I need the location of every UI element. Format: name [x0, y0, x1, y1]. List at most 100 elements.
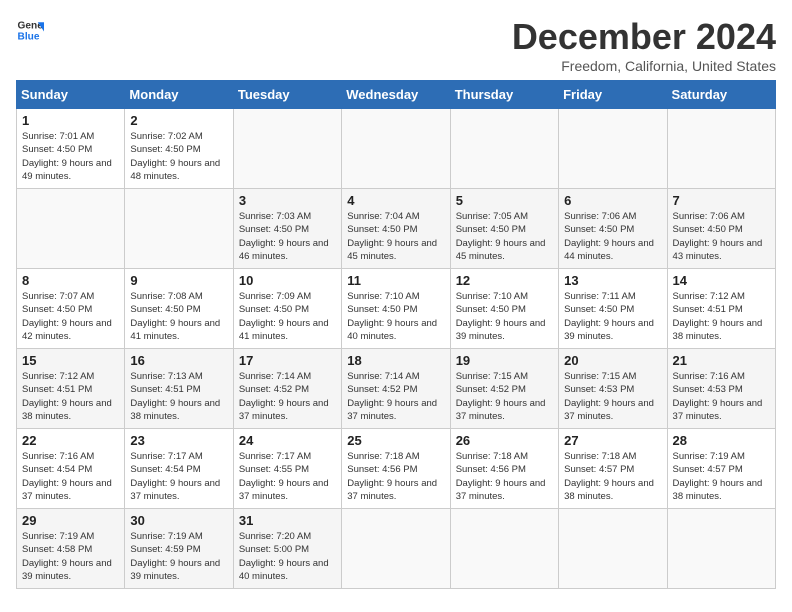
day-info: Sunrise: 7:14 AMSunset: 4:52 PMDaylight:…: [347, 370, 444, 423]
day-info: Sunrise: 7:16 AMSunset: 4:54 PMDaylight:…: [22, 450, 119, 503]
day-number: 10: [239, 273, 336, 288]
day-info: Sunrise: 7:07 AMSunset: 4:50 PMDaylight:…: [22, 290, 119, 343]
calendar-cell: 24 Sunrise: 7:17 AMSunset: 4:55 PMDayligh…: [233, 429, 341, 509]
day-info: Sunrise: 7:11 AMSunset: 4:50 PMDaylight:…: [564, 290, 661, 343]
calendar-cell: 20Sunrise: 7:15 AMSunset: 4:53 PMDayligh…: [559, 349, 667, 429]
col-header-friday: Friday: [559, 81, 667, 109]
calendar-cell: 14 Sunrise: 7:12 AMSunset: 4:51 PMDayligh…: [667, 269, 775, 349]
day-number: 5: [456, 193, 553, 208]
day-number: 19: [456, 353, 553, 368]
calendar-cell: 17 Sunrise: 7:14 AMSunset: 4:52 PMDayligh…: [233, 349, 341, 429]
day-number: 7: [673, 193, 770, 208]
calendar-week-row: 1Sunrise: 7:01 AMSunset: 4:50 PMDaylight…: [17, 109, 776, 189]
title-block: December 2024 Freedom, California, Unite…: [512, 16, 776, 74]
calendar-week-row: 22 Sunrise: 7:16 AMSunset: 4:54 PMDayligh…: [17, 429, 776, 509]
calendar-cell: 3 Sunrise: 7:03 AMSunset: 4:50 PMDaylight…: [233, 189, 341, 269]
day-number: 3: [239, 193, 336, 208]
day-number: 17: [239, 353, 336, 368]
day-number: 11: [347, 273, 444, 288]
calendar-cell: 12Sunrise: 7:10 AMSunset: 4:50 PMDayligh…: [450, 269, 558, 349]
day-info: Sunrise: 7:17 AMSunset: 4:55 PMDaylight:…: [239, 450, 336, 503]
calendar-cell: 26 Sunrise: 7:18 AMSunset: 4:56 PMDayligh…: [450, 429, 558, 509]
day-info: Sunrise: 7:18 AMSunset: 4:56 PMDaylight:…: [456, 450, 553, 503]
svg-text:General: General: [18, 20, 44, 31]
calendar-cell: 13 Sunrise: 7:11 AMSunset: 4:50 PMDayligh…: [559, 269, 667, 349]
calendar-cell: 25 Sunrise: 7:18 AMSunset: 4:56 PMDayligh…: [342, 429, 450, 509]
day-info: Sunrise: 7:04 AMSunset: 4:50 PMDaylight:…: [347, 210, 444, 263]
col-header-thursday: Thursday: [450, 81, 558, 109]
day-number: 13: [564, 273, 661, 288]
day-number: 24: [239, 433, 336, 448]
day-number: 15: [22, 353, 119, 368]
day-number: 22: [22, 433, 119, 448]
day-info: Sunrise: 7:01 AMSunset: 4:50 PMDaylight:…: [22, 130, 119, 183]
day-info: Sunrise: 7:03 AMSunset: 4:50 PMDaylight:…: [239, 210, 336, 263]
calendar-header-row: SundayMondayTuesdayWednesdayThursdayFrid…: [17, 81, 776, 109]
calendar-cell: 29Sunrise: 7:19 AMSunset: 4:58 PMDayligh…: [17, 509, 125, 589]
calendar-cell: 18 Sunrise: 7:14 AMSunset: 4:52 PMDayligh…: [342, 349, 450, 429]
calendar-cell: [342, 109, 450, 189]
day-info: Sunrise: 7:19 AMSunset: 4:58 PMDaylight:…: [22, 530, 119, 583]
calendar-cell: 1Sunrise: 7:01 AMSunset: 4:50 PMDaylight…: [17, 109, 125, 189]
day-number: 30: [130, 513, 227, 528]
day-info: Sunrise: 7:17 AMSunset: 4:54 PMDaylight:…: [130, 450, 227, 503]
day-info: Sunrise: 7:19 AMSunset: 4:57 PMDaylight:…: [673, 450, 770, 503]
calendar-cell: [559, 509, 667, 589]
calendar-cell: 11 Sunrise: 7:10 AMSunset: 4:50 PMDayligh…: [342, 269, 450, 349]
calendar-cell: 19Sunrise: 7:15 AMSunset: 4:52 PMDayligh…: [450, 349, 558, 429]
logo: General Blue: [16, 16, 44, 44]
day-info: Sunrise: 7:18 AMSunset: 4:57 PMDaylight:…: [564, 450, 661, 503]
day-number: 25: [347, 433, 444, 448]
page-header: General Blue December 2024 Freedom, Cali…: [16, 16, 776, 74]
day-number: 31: [239, 513, 336, 528]
day-number: 18: [347, 353, 444, 368]
calendar-cell: [667, 509, 775, 589]
day-info: Sunrise: 7:20 AMSunset: 5:00 PMDaylight:…: [239, 530, 336, 583]
day-info: Sunrise: 7:15 AMSunset: 4:53 PMDaylight:…: [564, 370, 661, 423]
calendar-cell: 22 Sunrise: 7:16 AMSunset: 4:54 PMDayligh…: [17, 429, 125, 509]
col-header-monday: Monday: [125, 81, 233, 109]
day-number: 14: [673, 273, 770, 288]
calendar-cell: 23 Sunrise: 7:17 AMSunset: 4:54 PMDayligh…: [125, 429, 233, 509]
day-number: 2: [130, 113, 227, 128]
calendar-cell: 16 Sunrise: 7:13 AMSunset: 4:51 PMDayligh…: [125, 349, 233, 429]
day-info: Sunrise: 7:05 AMSunset: 4:50 PMDaylight:…: [456, 210, 553, 263]
day-number: 21: [673, 353, 770, 368]
logo-icon: General Blue: [16, 16, 44, 44]
calendar-cell: 2 Sunrise: 7:02 AMSunset: 4:50 PMDaylight…: [125, 109, 233, 189]
day-info: Sunrise: 7:14 AMSunset: 4:52 PMDaylight:…: [239, 370, 336, 423]
calendar-cell: 5 Sunrise: 7:05 AMSunset: 4:50 PMDaylight…: [450, 189, 558, 269]
day-number: 4: [347, 193, 444, 208]
day-info: Sunrise: 7:10 AMSunset: 4:50 PMDaylight:…: [347, 290, 444, 343]
day-info: Sunrise: 7:06 AMSunset: 4:50 PMDaylight:…: [564, 210, 661, 263]
month-title: December 2024: [512, 16, 776, 58]
calendar-week-row: 3 Sunrise: 7:03 AMSunset: 4:50 PMDaylight…: [17, 189, 776, 269]
calendar-cell: [559, 109, 667, 189]
day-number: 9: [130, 273, 227, 288]
col-header-wednesday: Wednesday: [342, 81, 450, 109]
col-header-tuesday: Tuesday: [233, 81, 341, 109]
calendar-week-row: 8Sunrise: 7:07 AMSunset: 4:50 PMDaylight…: [17, 269, 776, 349]
day-info: Sunrise: 7:10 AMSunset: 4:50 PMDaylight:…: [456, 290, 553, 343]
calendar-cell: 30Sunrise: 7:19 AMSunset: 4:59 PMDayligh…: [125, 509, 233, 589]
day-info: Sunrise: 7:06 AMSunset: 4:50 PMDaylight:…: [673, 210, 770, 263]
calendar-cell: [233, 109, 341, 189]
day-info: Sunrise: 7:13 AMSunset: 4:51 PMDaylight:…: [130, 370, 227, 423]
day-info: Sunrise: 7:02 AMSunset: 4:50 PMDaylight:…: [130, 130, 227, 183]
calendar-cell: 31 Sunrise: 7:20 AMSunset: 5:00 PMDayligh…: [233, 509, 341, 589]
day-info: Sunrise: 7:18 AMSunset: 4:56 PMDaylight:…: [347, 450, 444, 503]
calendar-cell: 9 Sunrise: 7:08 AMSunset: 4:50 PMDaylight…: [125, 269, 233, 349]
day-number: 16: [130, 353, 227, 368]
day-number: 6: [564, 193, 661, 208]
day-info: Sunrise: 7:08 AMSunset: 4:50 PMDaylight:…: [130, 290, 227, 343]
calendar-week-row: 15Sunrise: 7:12 AMSunset: 4:51 PMDayligh…: [17, 349, 776, 429]
calendar-cell: 10Sunrise: 7:09 AMSunset: 4:50 PMDayligh…: [233, 269, 341, 349]
day-info: Sunrise: 7:12 AMSunset: 4:51 PMDaylight:…: [673, 290, 770, 343]
calendar-week-row: 29Sunrise: 7:19 AMSunset: 4:58 PMDayligh…: [17, 509, 776, 589]
calendar-cell: 28 Sunrise: 7:19 AMSunset: 4:57 PMDayligh…: [667, 429, 775, 509]
calendar-cell: 15Sunrise: 7:12 AMSunset: 4:51 PMDayligh…: [17, 349, 125, 429]
day-number: 26: [456, 433, 553, 448]
day-number: 28: [673, 433, 770, 448]
day-number: 23: [130, 433, 227, 448]
calendar-cell: 4 Sunrise: 7:04 AMSunset: 4:50 PMDaylight…: [342, 189, 450, 269]
